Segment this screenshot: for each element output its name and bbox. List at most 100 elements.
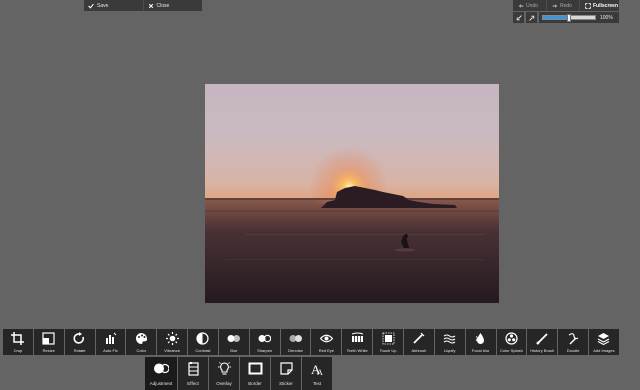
redo-label: Redo — [560, 2, 572, 9]
tool-resize[interactable]: Resize — [33, 329, 64, 355]
sunset-photo — [205, 144, 499, 303]
tool-sharpen[interactable]: Sharpen — [249, 329, 280, 355]
tool-label: Color — [136, 348, 147, 353]
redo-icon — [552, 3, 558, 8]
effect-icon — [187, 362, 199, 376]
redo-button[interactable]: Redo — [547, 0, 580, 11]
category-bar: Adjustment Effect Overlay Border Sticker A A Te… — [145, 357, 333, 390]
touch-up-icon — [382, 332, 394, 345]
photo-canvas[interactable] — [205, 84, 499, 303]
tool-touch-up[interactable]: Touch Up — [373, 329, 403, 355]
category-label: Text — [312, 381, 322, 386]
tool-label: Color Splash — [499, 348, 523, 353]
check-icon — [88, 3, 94, 9]
contrast-icon — [196, 332, 210, 345]
tool-history-brush[interactable]: History Brush — [527, 329, 558, 355]
fullscreen-button[interactable]: Fullscreen — [580, 0, 619, 11]
category-lightbulb[interactable]: Overlay — [209, 357, 239, 390]
svg-text:A: A — [317, 368, 323, 376]
tool-eye[interactable]: Red Eye — [311, 329, 342, 355]
category-label: Sticker — [279, 381, 293, 386]
denoise-icon — [289, 335, 303, 342]
tools-toolbar: Crop Resize Rotate Auto Fix Color Vibrance Con… — [3, 329, 620, 355]
zoom-value: 100% — [600, 14, 613, 21]
category-sticker[interactable]: Sticker — [271, 357, 301, 390]
auto-fix-icon — [105, 332, 117, 344]
shrink-icon — [516, 14, 522, 20]
eye-icon — [319, 334, 333, 343]
crop-icon — [11, 332, 25, 345]
file-actions-bar: Save Close — [84, 0, 202, 11]
zoom-slider-knob[interactable] — [567, 14, 571, 22]
tool-contrast[interactable]: Contrast — [188, 329, 218, 355]
sticker-icon — [279, 362, 293, 375]
category-effect[interactable]: Effect — [178, 357, 208, 390]
undo-icon — [518, 3, 524, 8]
tool-label: Auto Fix — [103, 348, 118, 353]
close-label: Close — [156, 2, 170, 9]
layers-icon — [598, 333, 610, 345]
tool-airbrush[interactable]: Airbrush — [403, 329, 434, 355]
tool-color-splash[interactable]: Color Splash — [496, 329, 527, 355]
liquify-icon — [443, 334, 456, 344]
fullscreen-label: Fullscreen — [593, 2, 619, 9]
tool-blur[interactable]: Blur — [218, 329, 249, 355]
category-label: Border — [248, 381, 262, 386]
tool-palette[interactable]: Color — [126, 329, 157, 355]
expand-icon — [528, 15, 534, 21]
tool-label: Blur — [230, 348, 238, 353]
category-label: Effect — [187, 381, 199, 386]
tool-rotate[interactable]: Rotate — [64, 329, 95, 355]
tool-label: Sharpen — [257, 348, 273, 353]
tool-sun[interactable]: Vibrance — [157, 329, 188, 355]
tool-label: Rotate — [73, 348, 86, 353]
fullscreen-icon — [585, 2, 591, 9]
tool-auto-fix[interactable]: Auto Fix — [95, 329, 126, 355]
zoom-out-button[interactable] — [513, 12, 524, 23]
save-button[interactable]: Save — [84, 0, 144, 11]
tool-layers[interactable]: Add Images — [589, 329, 619, 355]
tool-label: Red Eye — [318, 348, 335, 353]
tool-label: Teeth White — [346, 348, 368, 353]
undo-label: Undo — [526, 2, 538, 9]
sharpen-icon — [258, 334, 272, 343]
zoom-slider-box: 100% — [539, 12, 619, 23]
tool-label: Touch Up — [379, 348, 397, 353]
tool-teeth[interactable]: Teeth White — [342, 329, 373, 355]
tool-label: Doodle — [566, 348, 580, 353]
text-icon: AA — [311, 362, 323, 376]
tool-focal-blur[interactable]: Focal blur — [465, 329, 496, 355]
palette-icon — [135, 333, 147, 344]
resize-icon — [42, 332, 55, 345]
blur-icon — [227, 335, 241, 342]
tool-liquify[interactable]: Liquify — [434, 329, 465, 355]
category-border[interactable]: Border — [240, 357, 270, 390]
color-splash-icon — [505, 332, 518, 345]
category-label: Adjustment — [149, 381, 173, 386]
tool-denoise[interactable]: Denoise — [280, 329, 311, 355]
undo-button[interactable]: Undo — [513, 0, 547, 11]
close-icon — [148, 3, 153, 8]
zoom-in-button[interactable] — [526, 12, 537, 23]
save-label: Save — [97, 2, 109, 9]
zoom-slider[interactable] — [542, 14, 596, 22]
category-text[interactable]: A A Text — [302, 357, 332, 390]
close-button[interactable]: Close — [144, 0, 203, 11]
tool-label: Resize — [42, 348, 55, 353]
category-label: Overlay — [216, 381, 232, 386]
tool-label: History Brush — [530, 348, 555, 353]
history-brush-icon — [535, 333, 548, 345]
tool-label: Focal blur — [471, 348, 490, 353]
border-icon — [248, 362, 262, 375]
tool-label: Add Images — [593, 348, 615, 353]
tool-label: Vibrance — [164, 348, 180, 353]
history-bar: Undo Redo Fullscreen — [513, 0, 619, 11]
tool-label: Denoise — [288, 348, 303, 353]
tool-crop[interactable]: Crop — [3, 329, 33, 355]
zoom-controls: 100% — [513, 12, 619, 24]
category-adjustment[interactable]: Adjustment — [145, 357, 177, 390]
airbrush-icon — [413, 332, 425, 344]
tool-doodle[interactable]: Doodle — [558, 329, 589, 355]
zoom-slider-fill — [543, 16, 569, 19]
sun-icon — [165, 332, 179, 345]
